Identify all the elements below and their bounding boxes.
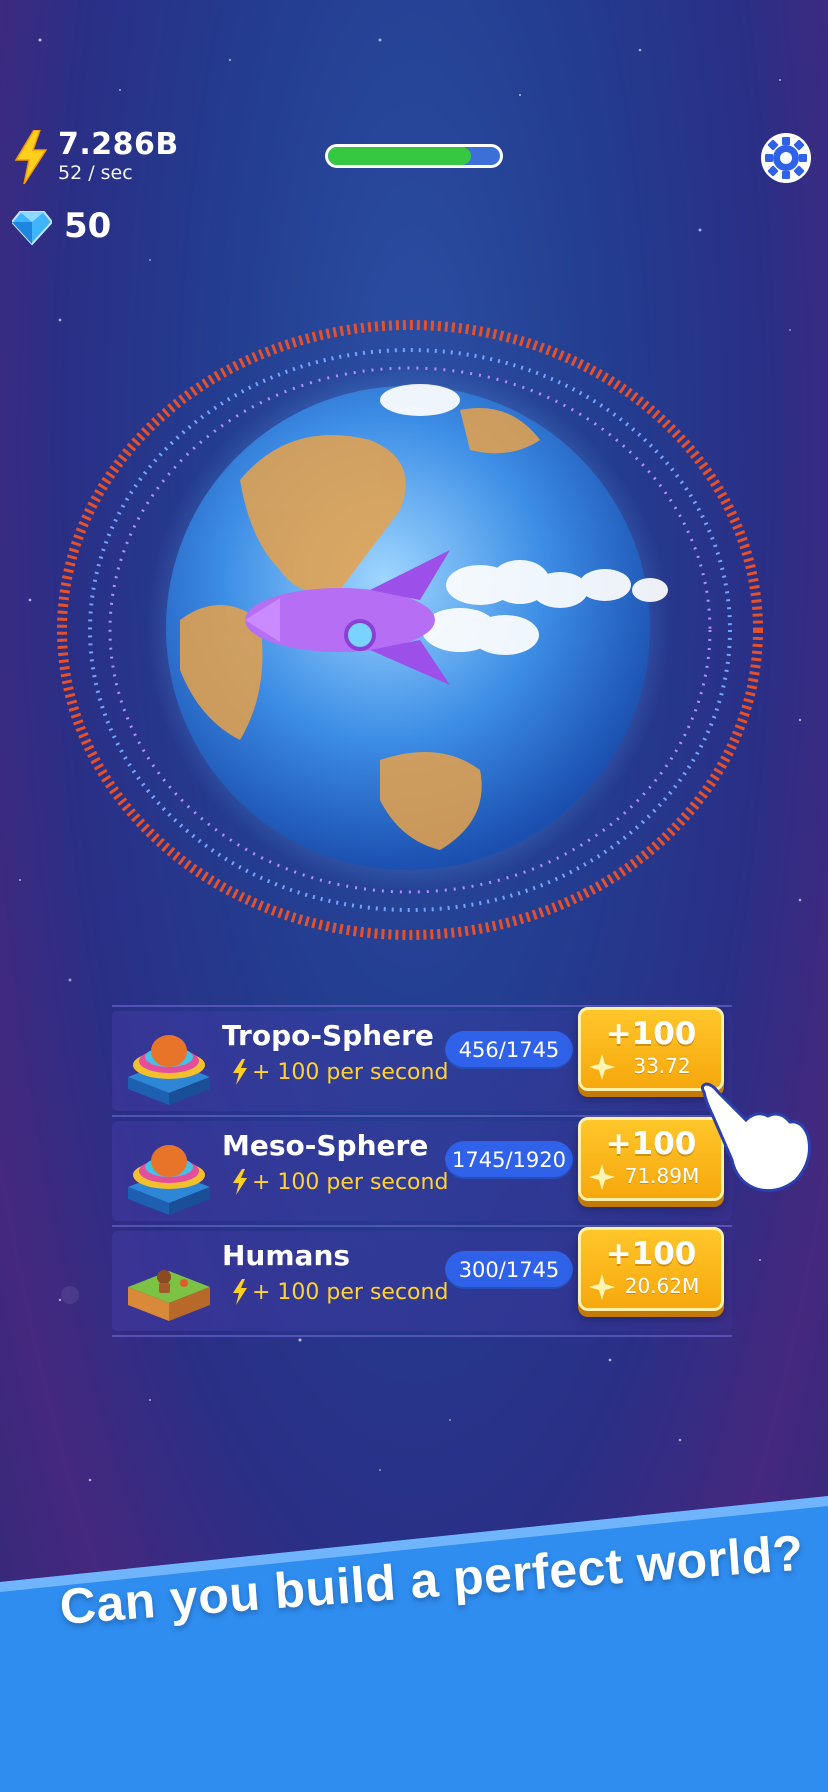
buy-tropo-sphere-button[interactable]: +100 33.72 — [578, 1007, 724, 1091]
energy-value: 7.286B — [58, 127, 179, 162]
buy-button-label: +100 — [605, 1236, 697, 1272]
upgrade-name: Humans — [222, 1239, 351, 1272]
upgrade-row-meso-sphere: Meso-Sphere + 100 per second 1745/1920 +… — [112, 1117, 732, 1227]
pointing-hand-icon — [700, 1082, 811, 1193]
buy-humans-button[interactable]: +100 20.62M — [578, 1227, 724, 1311]
upgrade-rate-text: + 100 per second — [252, 1059, 449, 1085]
upgrade-rate-text: + 100 per second — [252, 1279, 449, 1305]
upgrade-list: Tropo-Sphere + 100 per second 456/1745 +… — [112, 1005, 732, 1337]
buy-button-label: +100 — [605, 1016, 697, 1052]
progress-track — [328, 147, 500, 165]
progress-fill — [328, 147, 471, 165]
upgrade-rate: + 100 per second — [232, 1279, 448, 1305]
energy-counter: 7.286B 52 / sec — [14, 130, 179, 184]
upgrade-name: Meso-Sphere — [222, 1129, 429, 1162]
lightning-icon — [14, 130, 48, 184]
sparkle-icon — [589, 1164, 615, 1190]
gems-counter: 50 — [12, 206, 111, 246]
upgrade-rate: + 100 per second — [232, 1169, 448, 1195]
planet-scene[interactable] — [40, 290, 780, 970]
upgrade-count: 1745/1920 — [445, 1141, 573, 1179]
diamond-icon — [12, 211, 52, 246]
humans-block-icon — [128, 1270, 210, 1321]
sparkle-icon — [589, 1274, 615, 1300]
layered-sphere-icon — [128, 1035, 210, 1105]
level-progress-bar — [325, 144, 503, 168]
lightning-icon — [233, 1169, 247, 1195]
gems-value: 50 — [64, 206, 112, 246]
sparkle-icon — [589, 1054, 615, 1080]
upgrade-row-tropo-sphere: Tropo-Sphere + 100 per second 456/1745 +… — [112, 1005, 732, 1117]
upgrade-count: 456/1745 — [445, 1031, 573, 1069]
gear-icon[interactable] — [760, 132, 812, 184]
upgrade-rate-text: + 100 per second — [252, 1169, 449, 1195]
lightning-icon — [233, 1279, 247, 1305]
upgrade-name: Tropo-Sphere — [222, 1019, 434, 1052]
upgrade-row-humans: Humans + 100 per second 300/1745 +100 20… — [112, 1227, 732, 1337]
energy-rate: 52 / sec — [58, 162, 133, 184]
layered-sphere-icon — [128, 1145, 210, 1215]
lightning-icon — [233, 1059, 247, 1085]
upgrade-rate: + 100 per second — [232, 1059, 448, 1085]
upgrade-count: 300/1745 — [445, 1251, 573, 1289]
